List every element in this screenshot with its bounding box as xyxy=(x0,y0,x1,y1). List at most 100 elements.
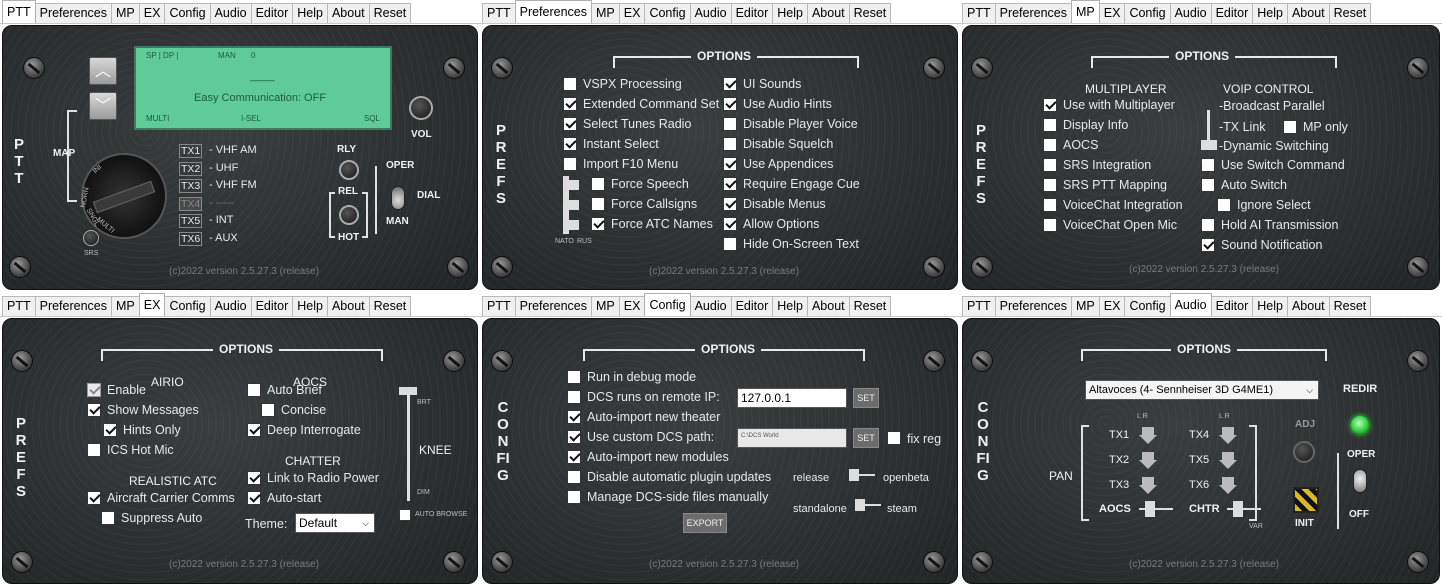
require-engage-cue-checkbox[interactable] xyxy=(723,177,737,191)
allow-options-checkbox[interactable] xyxy=(723,217,737,231)
vspx-processing-checkbox[interactable] xyxy=(563,77,577,91)
tab-about[interactable]: About xyxy=(1286,3,1330,23)
tab-ptt[interactable]: PTT xyxy=(962,296,996,316)
tab-about[interactable]: About xyxy=(806,296,850,316)
tab-help[interactable]: Help xyxy=(292,3,328,23)
tab-audio[interactable]: Audio xyxy=(1169,3,1212,23)
dial-toggle-switch[interactable] xyxy=(391,186,405,210)
tab-reset[interactable]: Reset xyxy=(1328,3,1372,23)
tab-ex[interactable]: EX xyxy=(618,3,646,23)
tab-ptt[interactable]: PTT xyxy=(2,0,36,23)
tab-mp[interactable]: MP xyxy=(1071,296,1100,316)
tab-reset[interactable]: Reset xyxy=(848,296,892,316)
tab-ptt[interactable]: PTT xyxy=(482,3,516,23)
aocs-slider[interactable] xyxy=(1139,501,1173,517)
hold-ai-transmission-checkbox[interactable] xyxy=(1201,218,1215,232)
tab-audio[interactable]: Audio xyxy=(209,296,252,316)
set-ip-button[interactable]: SET xyxy=(853,388,879,408)
tab-audio[interactable]: Audio xyxy=(1169,293,1212,316)
use-appendices-checkbox[interactable] xyxy=(723,157,737,171)
tab-ex[interactable]: EX xyxy=(138,293,166,316)
tab-config[interactable]: Config xyxy=(164,3,211,23)
brightness-slider-handle[interactable] xyxy=(399,387,417,395)
tab-reset[interactable]: Reset xyxy=(368,296,412,316)
display-info-checkbox[interactable] xyxy=(1043,118,1057,132)
tx6-pan-slider[interactable] xyxy=(1219,477,1237,495)
tab-mp[interactable]: MP xyxy=(111,3,140,23)
tab-editor[interactable]: Editor xyxy=(1210,296,1254,316)
srs-ptt-mapping-checkbox[interactable] xyxy=(1043,178,1057,192)
tab-config[interactable]: Config xyxy=(1124,3,1171,23)
disable-squelch-checkbox[interactable] xyxy=(723,137,737,151)
aircraft-carrier-comms-checkbox[interactable] xyxy=(87,491,101,505)
tab-config[interactable]: Config xyxy=(644,3,691,23)
hide-on-screen-text-checkbox[interactable] xyxy=(723,237,737,251)
hot-button[interactable] xyxy=(339,205,359,225)
tab-help[interactable]: Help xyxy=(772,296,808,316)
auto-start-checkbox[interactable] xyxy=(247,491,261,505)
show-messages-checkbox[interactable] xyxy=(87,403,101,417)
suppress-auto-checkbox[interactable] xyxy=(101,511,115,525)
tab-preferences[interactable]: Preferences xyxy=(994,296,1073,316)
force-atc-names-checkbox[interactable] xyxy=(591,217,605,231)
set-path-button[interactable]: SET xyxy=(853,428,879,448)
fix-reg-checkbox[interactable] xyxy=(887,431,901,445)
tab-config[interactable]: Config xyxy=(644,293,691,316)
voip-slider-handle[interactable] xyxy=(1201,140,1217,150)
auto-import-new-modules-checkbox[interactable] xyxy=(567,450,581,464)
use-switch-command-checkbox[interactable] xyxy=(1201,158,1215,172)
manage-dcs-side-files-manually-checkbox[interactable] xyxy=(567,490,581,504)
tab-editor[interactable]: Editor xyxy=(1210,3,1254,23)
volume-knob[interactable] xyxy=(409,96,433,120)
voicechat-integration-checkbox[interactable] xyxy=(1043,198,1057,212)
tab-preferences[interactable]: Preferences xyxy=(34,296,113,316)
tab-about[interactable]: About xyxy=(806,3,850,23)
up-button[interactable]: ︿ xyxy=(89,57,117,85)
tab-ptt[interactable]: PTT xyxy=(2,296,36,316)
tab-ptt[interactable]: PTT xyxy=(482,296,516,316)
link-to-radio-power-checkbox[interactable] xyxy=(247,471,261,485)
select-tunes-radio-checkbox[interactable] xyxy=(563,117,577,131)
disable-player-voice-checkbox[interactable] xyxy=(723,117,737,131)
tab-help[interactable]: Help xyxy=(292,296,328,316)
auto-brief-checkbox[interactable] xyxy=(247,383,261,397)
voip-mode-broadcast[interactable]: -Broadcast Parallel xyxy=(1219,99,1325,113)
tab-mp[interactable]: MP xyxy=(591,296,620,316)
run-in-debug-mode-checkbox[interactable] xyxy=(567,370,581,384)
export-button[interactable]: EXPORT xyxy=(683,513,727,533)
tab-ex[interactable]: EX xyxy=(618,296,646,316)
tx1-pan-slider[interactable] xyxy=(1139,427,1157,445)
mp-only-checkbox[interactable] xyxy=(1283,120,1297,134)
tab-ptt[interactable]: PTT xyxy=(962,3,996,23)
release-switch[interactable] xyxy=(845,469,877,481)
tab-reset[interactable]: Reset xyxy=(848,3,892,23)
sound-notification-checkbox[interactable] xyxy=(1201,238,1215,252)
tab-ex[interactable]: EX xyxy=(138,3,166,23)
dcs-path-input[interactable]: C:\DCS World xyxy=(737,428,847,448)
standalone-switch[interactable] xyxy=(851,499,883,511)
tab-reset[interactable]: Reset xyxy=(1328,296,1372,316)
disable-automatic-plugin-updates-checkbox[interactable] xyxy=(567,470,581,484)
tab-help[interactable]: Help xyxy=(1252,3,1288,23)
tab-ex[interactable]: EX xyxy=(1098,296,1126,316)
instant-select-checkbox[interactable] xyxy=(563,137,577,151)
tab-editor[interactable]: Editor xyxy=(730,3,774,23)
auto-switch-checkbox[interactable] xyxy=(1201,178,1215,192)
enable-checkbox[interactable] xyxy=(87,383,101,397)
tab-preferences[interactable]: Preferences xyxy=(514,296,593,316)
tab-audio[interactable]: Audio xyxy=(209,3,252,23)
auto-import-new-theater-checkbox[interactable] xyxy=(567,410,581,424)
voip-mode-dynamic[interactable]: -Dynamic Switching xyxy=(1219,139,1329,153)
tab-editor[interactable]: Editor xyxy=(730,296,774,316)
tab-preferences[interactable]: Preferences xyxy=(34,3,113,23)
tx4-pan-slider[interactable] xyxy=(1219,427,1237,445)
use-audio-hints-checkbox[interactable] xyxy=(723,97,737,111)
tab-about[interactable]: About xyxy=(326,3,370,23)
voicechat-open-mic-checkbox[interactable] xyxy=(1043,218,1057,232)
extended-command-set-checkbox[interactable] xyxy=(563,97,577,111)
tab-about[interactable]: About xyxy=(1286,296,1330,316)
down-button[interactable]: ﹀ xyxy=(89,92,117,120)
tx5-pan-slider[interactable] xyxy=(1219,452,1237,470)
tx2-pan-slider[interactable] xyxy=(1139,452,1157,470)
tab-help[interactable]: Help xyxy=(772,3,808,23)
